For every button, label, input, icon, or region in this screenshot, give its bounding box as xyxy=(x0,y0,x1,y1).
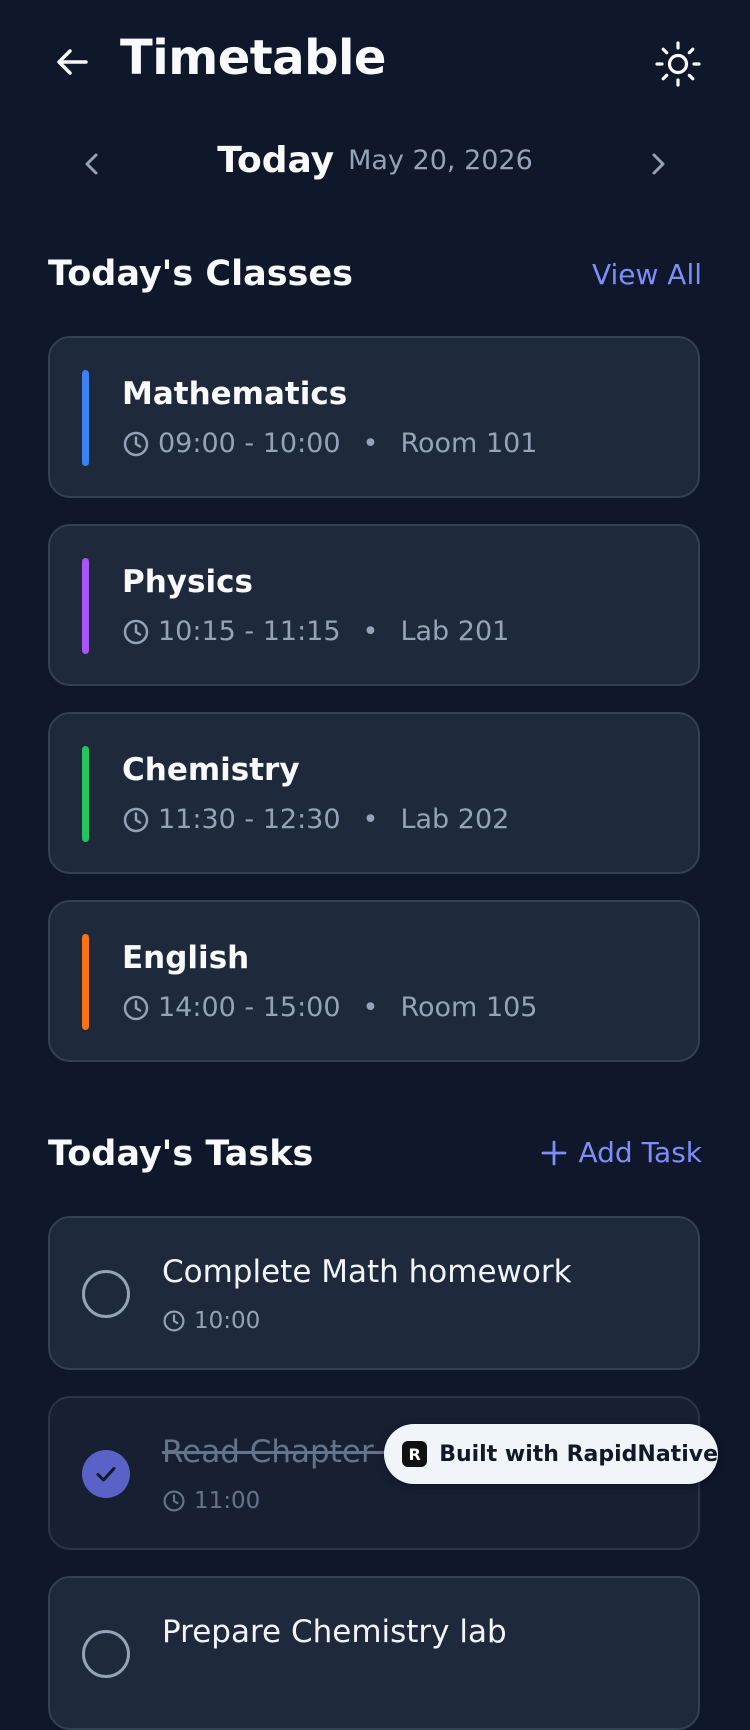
today-label: Today xyxy=(217,140,335,181)
clock-icon xyxy=(122,430,150,458)
clock-icon xyxy=(163,1490,185,1512)
task-time: 10:00 xyxy=(162,1308,260,1334)
badge-text: Built with RapidNative xyxy=(439,1441,718,1467)
classes-section-title: Today's Classes xyxy=(48,254,353,294)
add-task-button[interactable]: Add Task xyxy=(540,1136,702,1169)
task-card: Complete Math homework 10:00 xyxy=(48,1216,700,1370)
task-time: 11:00 xyxy=(162,1488,260,1514)
class-name: English xyxy=(122,940,250,976)
task-checkbox-checked[interactable] xyxy=(82,1450,130,1498)
add-task-label: Add Task xyxy=(578,1136,702,1169)
class-card-chemistry[interactable]: Chemistry 11:30 - 12:30 • Lab 202 xyxy=(48,712,700,874)
class-card-mathematics[interactable]: Mathematics 09:00 - 10:00 • Room 101 xyxy=(48,336,700,498)
class-card-physics[interactable]: Physics 10:15 - 11:15 • Lab 201 xyxy=(48,524,700,686)
view-all-link[interactable]: View All xyxy=(592,258,702,291)
task-checkbox[interactable] xyxy=(82,1630,130,1678)
class-name: Chemistry xyxy=(122,752,300,788)
meta-separator: • xyxy=(362,804,379,835)
theme-toggle-button[interactable] xyxy=(652,38,704,90)
task-card: Prepare Chemistry lab xyxy=(48,1576,700,1730)
class-color-bar xyxy=(82,558,89,654)
class-color-bar xyxy=(82,934,89,1030)
current-date: May 20, 2026 xyxy=(348,145,533,176)
class-color-bar xyxy=(82,370,89,466)
class-meta: 11:30 - 12:30 • Lab 202 xyxy=(122,804,509,835)
view-all-label: View All xyxy=(591,258,702,291)
class-location: Room 105 xyxy=(400,992,538,1023)
back-button[interactable] xyxy=(48,38,96,86)
class-card-english[interactable]: English 14:00 - 15:00 • Room 105 xyxy=(48,900,700,1062)
task-time-value: 10:00 xyxy=(194,1308,261,1334)
checkmark-icon xyxy=(96,1467,116,1482)
task-title: Complete Math homework xyxy=(162,1254,572,1290)
meta-separator: • xyxy=(362,992,379,1023)
page-title: Timetable xyxy=(120,30,386,86)
class-time: 14:00 - 15:00 xyxy=(158,992,341,1023)
class-location: Room 101 xyxy=(400,428,538,459)
class-location: Lab 201 xyxy=(400,616,510,647)
class-meta: 14:00 - 15:00 • Room 105 xyxy=(122,992,537,1023)
class-time: 09:00 - 10:00 xyxy=(158,428,341,459)
meta-separator: • xyxy=(362,616,379,647)
plus-icon xyxy=(542,1140,567,1165)
tasks-section-title: Today's Tasks xyxy=(48,1134,314,1174)
app-header: Timetable xyxy=(0,0,750,130)
task-checkbox[interactable] xyxy=(82,1270,130,1318)
meta-separator: • xyxy=(362,428,379,459)
class-time: 10:15 - 11:15 xyxy=(158,616,341,647)
class-name: Physics xyxy=(122,564,253,600)
sun-icon xyxy=(655,41,701,87)
task-time-value: 11:00 xyxy=(194,1488,261,1514)
class-color-bar xyxy=(82,746,89,842)
task-title: Read Chapter 5 xyxy=(162,1434,404,1470)
arrow-left-icon xyxy=(57,49,88,75)
class-name: Mathematics xyxy=(122,376,348,412)
clock-icon xyxy=(122,994,150,1022)
clock-icon xyxy=(122,806,150,834)
next-day-button[interactable] xyxy=(638,144,678,184)
task-title: Prepare Chemistry lab xyxy=(162,1614,507,1650)
class-meta: 09:00 - 10:00 • Room 101 xyxy=(122,428,537,459)
class-location: Lab 202 xyxy=(400,804,510,835)
chevron-right-icon xyxy=(652,153,665,175)
class-meta: 10:15 - 11:15 • Lab 201 xyxy=(122,616,509,647)
built-with-badge[interactable]: R Built with RapidNative xyxy=(384,1424,718,1484)
rapidnative-logo-icon: R xyxy=(402,1441,428,1467)
date-navigator: Today May 20, 2026 xyxy=(0,130,750,200)
clock-icon xyxy=(122,618,150,646)
class-time: 11:30 - 12:30 xyxy=(158,804,341,835)
clock-icon xyxy=(163,1310,185,1332)
